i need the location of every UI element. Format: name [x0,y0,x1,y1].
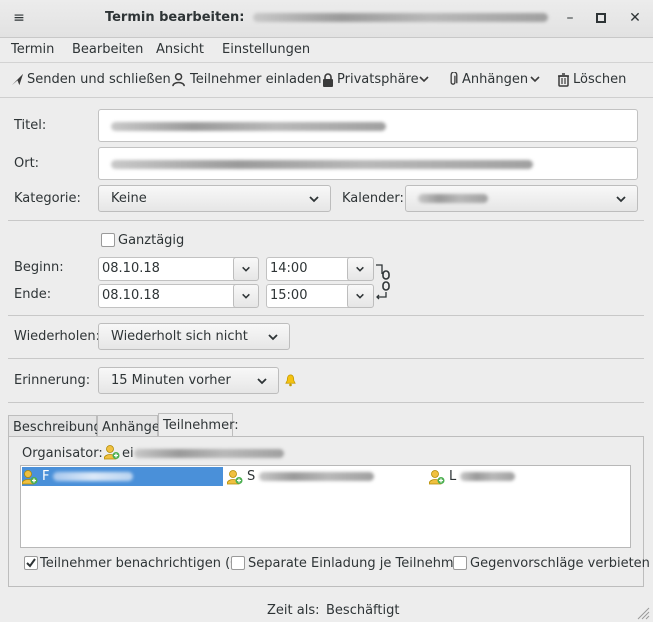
delete-button[interactable]: Löschen [557,72,626,87]
lock-icon [323,72,333,87]
status-value: Beschäftigt [326,603,400,618]
privacy-dropdown-button[interactable] [418,73,430,85]
calendar-select[interactable] [405,185,638,212]
separator [8,220,644,221]
tab-attachments[interactable]: Anhänge: [97,415,164,437]
privacy-button[interactable]: Privatsphäre [322,72,419,87]
allday-checkbox[interactable] [101,233,115,247]
list-item[interactable]: F [22,467,223,486]
maximize-icon[interactable] [593,10,609,26]
status-label: Zeit als: [267,603,320,618]
end-time-dropdown-button[interactable] [347,284,374,308]
link-chain-icon[interactable] [374,262,392,302]
redacted-attendee [259,472,375,481]
menu-termin[interactable]: Termin [11,42,54,57]
send-and-close-button[interactable]: Senden und schließen [11,72,171,87]
bell-icon [285,374,296,387]
start-time-dropdown-button[interactable] [347,257,374,281]
redacted-title [253,13,549,22]
repeat-label: Wiederholen: [14,329,100,344]
resize-grip-icon[interactable] [636,606,650,620]
location-label: Ort: [14,156,40,171]
title-bar: ≡ Termin bearbeiten: – ✕ [0,0,653,38]
separator [8,315,644,316]
organizer-label: Organisator: [22,446,103,461]
end-label: Ende: [14,287,52,302]
attendee-icon [22,469,38,484]
reminder-label: Erinnerung: [14,373,91,388]
chevron-down-icon [616,195,626,202]
category-select[interactable]: Keine [98,185,331,212]
redacted-attendee [53,472,134,481]
chevron-down-icon [309,195,319,202]
menu-ansicht[interactable]: Ansicht [156,42,204,57]
redacted-title-value [111,122,386,131]
end-time-input[interactable]: 15:00 [266,284,374,308]
attach-button[interactable]: Anhängen [448,72,528,87]
checkmark-icon [26,558,36,568]
chevron-down-icon [242,293,250,299]
title-label: Titel: [14,118,47,133]
list-item[interactable]: L [429,467,619,486]
chevron-down-icon [419,76,429,83]
chevron-down-icon [356,266,364,272]
send-icon [11,73,24,86]
reminder-select[interactable]: 15 Minuten vorher [98,367,279,394]
end-date-input[interactable]: 08.10.18 [98,284,259,308]
window-title: Termin bearbeiten: [0,10,653,25]
menu-bearbeiten[interactable]: Bearbeiten [72,42,143,57]
disallow-counter-label: Gegenvorschläge verbieten [470,556,650,571]
end-date-dropdown-button[interactable] [233,284,259,308]
chevron-down-icon [242,266,250,272]
calendar-label: Kalender: [342,191,404,206]
invite-attendees-button[interactable]: Teilnehmer einladen [172,72,322,87]
tab-attendees[interactable]: Teilnehmer: [158,413,239,437]
attach-dropdown-button[interactable] [529,73,541,85]
start-time-input[interactable]: 14:00 [266,257,374,281]
separator [8,358,644,359]
start-date-dropdown-button[interactable] [233,257,259,281]
redacted-calendar-value [418,194,488,203]
menu-bar: Termin Bearbeiten Ansicht Einstellungen [0,38,653,63]
minimize-icon[interactable]: – [562,10,578,26]
separator [8,402,644,403]
attendee-list[interactable]: F S L [20,465,631,548]
chevron-down-icon [356,293,364,299]
separate-invitation-checkbox[interactable] [231,556,245,570]
attendee-icon [104,445,120,460]
paperclip-icon [450,72,458,85]
start-date-input[interactable]: 08.10.18 [98,257,259,281]
disallow-counter-checkbox[interactable] [453,556,467,570]
person-add-icon [172,72,185,87]
chevron-down-icon [257,377,267,384]
location-input[interactable] [98,147,638,180]
category-label: Kategorie: [14,191,81,206]
notify-label: Teilnehmer benachrichtigen (Q) [40,556,246,571]
attendee-icon [227,469,243,484]
organizer-value: ei [122,446,284,461]
redacted-organizer [133,449,284,458]
start-label: Beginn: [14,260,64,275]
menu-einstellungen[interactable]: Einstellungen [222,42,310,57]
redacted-location-value [111,160,533,169]
redacted-attendee [460,472,516,481]
title-input[interactable] [98,109,638,142]
trash-icon [558,72,569,87]
chevron-down-icon [268,333,278,340]
chevron-down-icon [530,76,540,83]
list-item[interactable]: S [227,467,417,486]
tab-description[interactable]: Beschreibung: [8,415,106,437]
attendee-icon [429,469,445,484]
allday-label: Ganztägig [118,233,185,248]
repeat-select[interactable]: Wiederholt sich nicht [98,323,290,350]
toolbar: Senden und schließen Teilnehmer einladen… [0,63,653,98]
notify-checkbox[interactable] [24,556,38,570]
separate-invitation-label: Separate Einladung je Teilnehmer [248,556,467,571]
close-icon[interactable]: ✕ [627,10,643,26]
